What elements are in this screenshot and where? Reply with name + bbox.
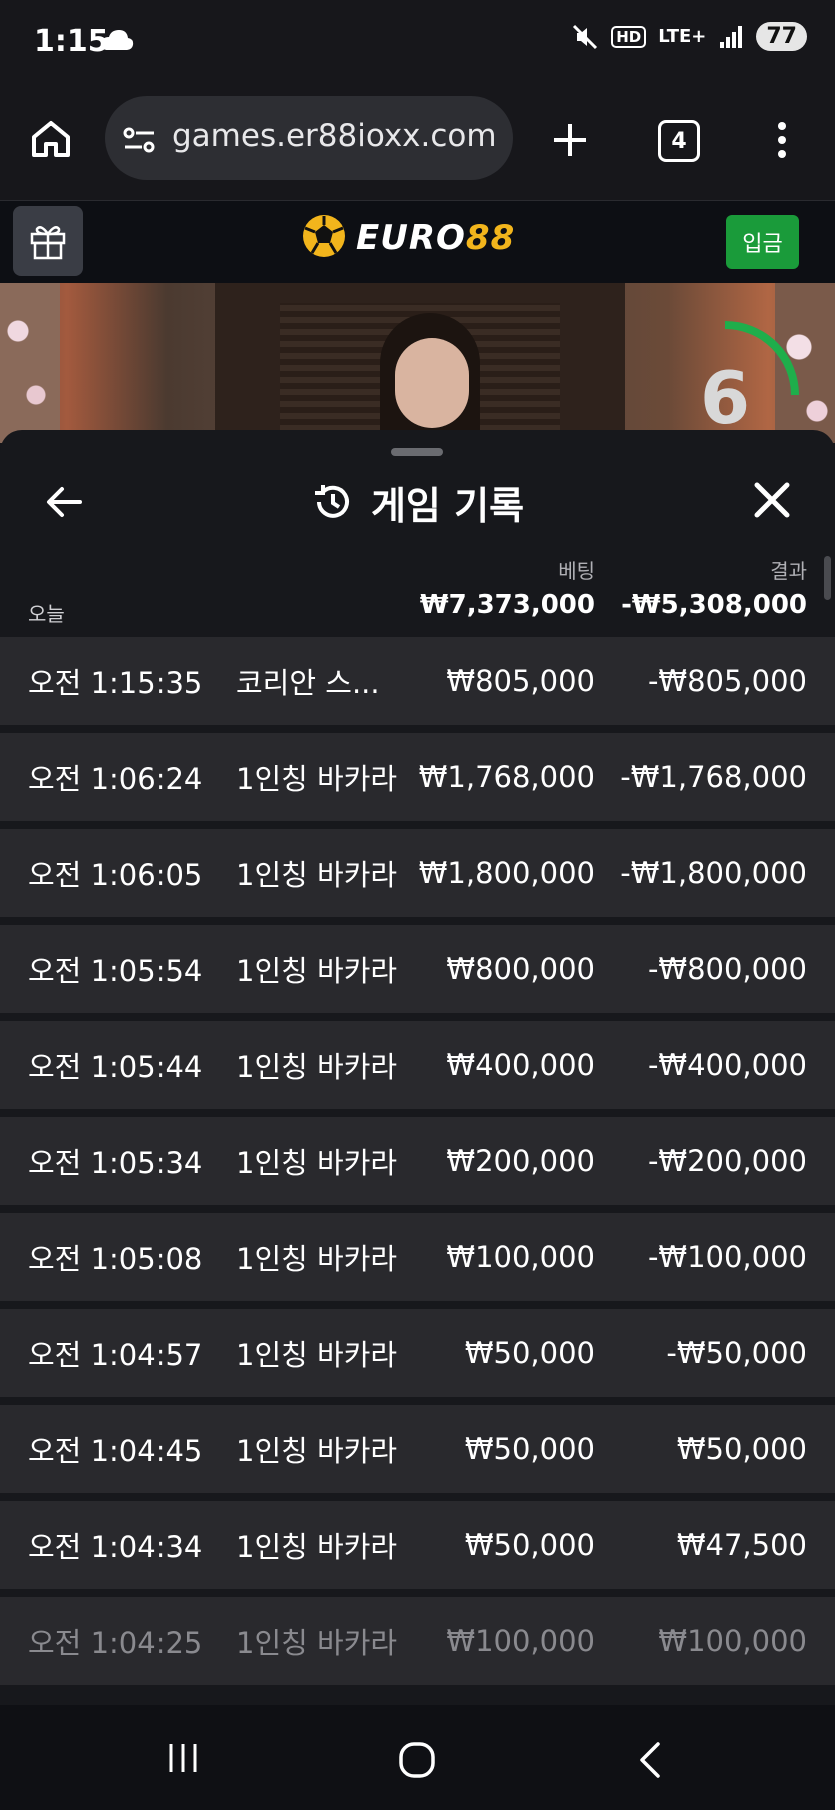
gift-button[interactable] (13, 206, 83, 276)
history-row[interactable]: 오전 1:05:34 1인칭 바카라 ₩200,000 -₩200,000 (0, 1117, 835, 1205)
row-result: -₩100,000 (647, 1240, 807, 1274)
status-time: 1:15 (34, 24, 109, 59)
row-result: -₩400,000 (647, 1048, 807, 1082)
deposit-button[interactable]: 입금 (726, 215, 799, 269)
hd-voice-icon: HD (611, 25, 647, 48)
url-text[interactable]: games.er88ioxx.com (172, 118, 497, 154)
row-result: ₩47,500 (676, 1528, 807, 1562)
history-icon (314, 485, 349, 518)
tab-switcher-button[interactable]: 4 (658, 120, 700, 162)
row-game: 1인칭 바카라 (236, 1530, 398, 1564)
history-row[interactable]: 오전 1:06:05 1인칭 바카라 ₩1,800,000 -₩1,800,000 (0, 829, 835, 917)
row-bet: ₩805,000 (446, 664, 595, 698)
history-row[interactable]: 오전 1:05:54 1인칭 바카라 ₩800,000 -₩800,000 (0, 925, 835, 1013)
row-result: -₩200,000 (647, 1144, 807, 1178)
row-result: -₩50,000 (666, 1336, 807, 1370)
cloud-sync-icon (100, 30, 134, 50)
row-bet: ₩1,800,000 (418, 856, 595, 890)
row-time: 오전 1:04:34 (28, 1530, 203, 1564)
mute-icon (573, 24, 598, 49)
sheet-title-bar: 게임 기록 (0, 472, 835, 532)
row-time: 오전 1:05:54 (28, 954, 203, 988)
home-icon[interactable] (30, 118, 72, 160)
sheet-drag-handle[interactable] (391, 448, 443, 456)
row-bet: ₩800,000 (446, 952, 595, 986)
row-time: 오전 1:04:25 (28, 1626, 203, 1660)
status-icons: HD LTE+ 77 (571, 22, 807, 51)
history-row[interactable]: 오전 1:05:08 1인칭 바카라 ₩100,000 -₩100,000 (0, 1213, 835, 1301)
row-time: 오전 1:05:08 (28, 1242, 203, 1276)
row-bet: ₩1,768,000 (418, 760, 595, 794)
row-game: 코리안 스... (236, 666, 380, 700)
history-row[interactable]: 오전 1:04:25 1인칭 바카라 ₩100,000 ₩100,000 (0, 1597, 835, 1685)
row-game: 1인칭 바카라 (236, 1626, 398, 1660)
history-row[interactable]: 오전 1:04:45 1인칭 바카라 ₩50,000 ₩50,000 (0, 1405, 835, 1493)
battery-indicator: 77 (756, 22, 807, 51)
logo-main-text: EURO (356, 218, 466, 258)
row-bet: ₩400,000 (446, 1048, 595, 1082)
recent-apps-icon[interactable] (165, 1740, 201, 1776)
row-time: 오전 1:04:57 (28, 1338, 203, 1372)
round-countdown: 6 (700, 356, 751, 440)
history-row[interactable]: 오전 1:04:57 1인칭 바카라 ₩50,000 -₩50,000 (0, 1309, 835, 1397)
sheet-title: 게임 기록 (370, 483, 525, 528)
row-bet: ₩100,000 (446, 1624, 595, 1658)
soccer-ball-logo-icon (303, 215, 345, 257)
row-game: 1인칭 바카라 (236, 954, 398, 988)
row-time: 오전 1:15:35 (28, 666, 203, 700)
row-bet: ₩50,000 (464, 1528, 595, 1562)
row-bet: ₩200,000 (446, 1144, 595, 1178)
row-game: 1인칭 바카라 (236, 1338, 398, 1372)
row-result: -₩1,768,000 (620, 760, 807, 794)
site-logo[interactable]: EURO88 (356, 218, 515, 258)
row-time: 오전 1:05:44 (28, 1050, 203, 1084)
row-game: 1인칭 바카라 (236, 858, 398, 892)
date-group-label: 오늘 (28, 602, 65, 626)
row-time: 오전 1:06:05 (28, 858, 203, 892)
row-game: 1인칭 바카라 (236, 762, 398, 796)
row-bet: ₩50,000 (464, 1336, 595, 1370)
row-bet: ₩50,000 (464, 1432, 595, 1466)
home-nav-icon[interactable] (397, 1740, 437, 1780)
network-type: LTE+ (658, 26, 707, 47)
gift-icon (30, 226, 66, 260)
row-game: 1인칭 바카라 (236, 1434, 398, 1468)
more-options-icon[interactable] (769, 118, 795, 162)
signal-icon (720, 25, 743, 48)
row-result: -₩800,000 (647, 952, 807, 986)
history-row[interactable]: 오전 1:04:34 1인칭 바카라 ₩50,000 ₩47,500 (0, 1501, 835, 1589)
total-result: -₩5,308,000 (621, 590, 807, 620)
row-result: ₩50,000 (676, 1432, 807, 1466)
row-game: 1인칭 바카라 (236, 1242, 398, 1276)
row-result: -₩1,800,000 (620, 856, 807, 890)
history-row[interactable]: 오전 1:06:24 1인칭 바카라 ₩1,768,000 -₩1,768,000 (0, 733, 835, 821)
back-nav-icon[interactable] (634, 1740, 666, 1780)
new-tab-icon[interactable] (550, 120, 590, 160)
row-result: ₩100,000 (658, 1624, 807, 1658)
row-time: 오전 1:05:34 (28, 1146, 203, 1180)
scrollbar[interactable] (824, 556, 831, 600)
site-settings-icon[interactable] (122, 125, 158, 155)
result-column-header: 결과 (770, 559, 807, 583)
bet-column-header: 베팅 (558, 559, 595, 583)
history-row[interactable]: 오전 1:15:35 코리안 스... ₩805,000 -₩805,000 (0, 637, 835, 725)
row-game: 1인칭 바카라 (236, 1050, 398, 1084)
total-bet: ₩7,373,000 (419, 590, 595, 620)
history-row[interactable]: 오전 1:05:44 1인칭 바카라 ₩400,000 -₩400,000 (0, 1021, 835, 1109)
close-icon[interactable] (752, 480, 792, 520)
logo-accent-text: 88 (465, 218, 516, 258)
row-game: 1인칭 바카라 (236, 1146, 398, 1180)
row-bet: ₩100,000 (446, 1240, 595, 1274)
row-result: -₩805,000 (647, 664, 807, 698)
row-time: 오전 1:04:45 (28, 1434, 203, 1468)
row-time: 오전 1:06:24 (28, 762, 203, 796)
